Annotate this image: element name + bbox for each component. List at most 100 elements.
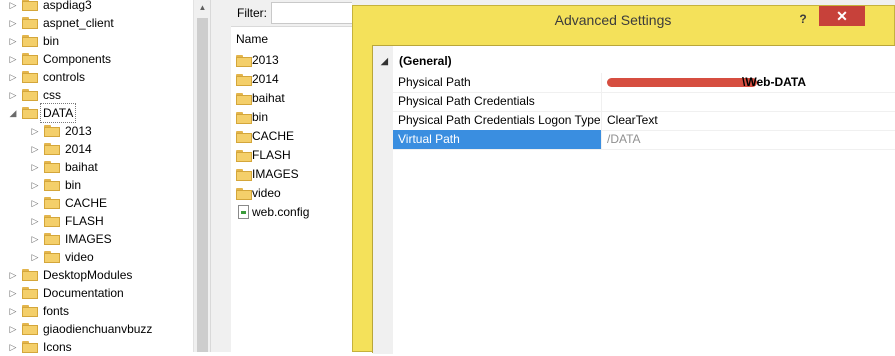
tree-item-label: baihat bbox=[65, 160, 98, 174]
config-file-icon bbox=[238, 205, 249, 219]
close-button[interactable]: ✕ bbox=[819, 6, 865, 26]
expand-arrow-icon[interactable]: ▷ bbox=[8, 320, 18, 338]
property-name: Physical Path Credentials Logon Type bbox=[398, 113, 601, 127]
folder-icon bbox=[236, 150, 252, 162]
property-name: Physical Path Credentials bbox=[398, 94, 535, 108]
folder-icon bbox=[44, 143, 60, 155]
folder-icon bbox=[22, 305, 38, 317]
expand-arrow-icon[interactable]: ▷ bbox=[8, 50, 18, 68]
expand-arrow-icon[interactable]: ▷ bbox=[8, 338, 18, 356]
folder-icon bbox=[44, 197, 60, 209]
scrollbar-thumb[interactable] bbox=[197, 18, 208, 352]
scroll-up-arrow-icon[interactable]: ▲ bbox=[194, 0, 211, 16]
tree-item-label: video bbox=[65, 250, 94, 264]
folder-icon bbox=[236, 169, 252, 181]
folder-icon bbox=[22, 53, 38, 65]
grid-gutter bbox=[373, 46, 393, 354]
expand-arrow-icon[interactable]: ▷ bbox=[30, 194, 40, 212]
folder-icon bbox=[22, 35, 38, 47]
folder-icon bbox=[236, 188, 252, 200]
column-divider bbox=[601, 92, 602, 111]
list-item-label: baihat bbox=[252, 91, 285, 105]
collapse-arrow-icon[interactable]: ◢ bbox=[8, 104, 18, 122]
folder-icon bbox=[22, 17, 38, 29]
folder-icon bbox=[44, 251, 60, 263]
property-value[interactable]: /DATA bbox=[607, 130, 641, 149]
expand-arrow-icon[interactable]: ▷ bbox=[8, 0, 18, 14]
tree-item-label: DATA bbox=[39, 103, 77, 123]
property-row[interactable]: Physical Path Credentials Logon Type Clea… bbox=[393, 111, 895, 131]
list-item-label: FLASH bbox=[252, 148, 291, 162]
expand-arrow-icon[interactable]: ▷ bbox=[8, 68, 18, 86]
filter-input[interactable] bbox=[271, 2, 352, 24]
expand-arrow-icon[interactable]: ▷ bbox=[8, 14, 18, 32]
expand-arrow-icon[interactable]: ▷ bbox=[8, 266, 18, 284]
expand-arrow-icon[interactable]: ▷ bbox=[30, 122, 40, 140]
expand-arrow-icon[interactable]: ▷ bbox=[8, 284, 18, 302]
filter-label: Filter: bbox=[237, 6, 267, 20]
folder-icon bbox=[236, 55, 252, 67]
section-label: (General) bbox=[399, 54, 452, 68]
folder-icon bbox=[22, 287, 38, 299]
tree-item-label: DesktopModules bbox=[43, 268, 133, 282]
column-divider bbox=[601, 73, 602, 92]
list-item-label: video bbox=[252, 186, 281, 200]
folder-icon bbox=[22, 107, 38, 119]
property-row[interactable]: Virtual Path/DATA bbox=[393, 130, 895, 150]
expand-arrow-icon[interactable]: ▷ bbox=[8, 32, 18, 50]
expand-arrow-icon[interactable]: ▷ bbox=[30, 140, 40, 158]
list-item-label: CACHE bbox=[252, 129, 295, 143]
column-header-name[interactable]: Name bbox=[236, 32, 268, 46]
expand-arrow-icon[interactable]: ▷ bbox=[8, 302, 18, 320]
column-divider bbox=[601, 130, 602, 149]
list-item-label: IMAGES bbox=[252, 167, 299, 181]
tree-item-label: 2013 bbox=[65, 124, 92, 138]
tree-item-label: css bbox=[43, 88, 61, 102]
tree-item-label: bin bbox=[43, 34, 60, 48]
folder-icon bbox=[22, 0, 38, 11]
folder-icon bbox=[44, 179, 60, 191]
tree-item-label: bin bbox=[65, 178, 82, 192]
folder-icon bbox=[22, 89, 38, 101]
folder-icon bbox=[236, 112, 252, 124]
folder-icon bbox=[22, 323, 38, 335]
folder-icon bbox=[236, 93, 252, 105]
expand-arrow-icon[interactable]: ▷ bbox=[30, 230, 40, 248]
column-divider bbox=[601, 111, 602, 130]
pane-splitter[interactable] bbox=[210, 0, 232, 352]
advanced-settings-dialog: Advanced Settings ? ✕ ◢ (General) Physic… bbox=[352, 5, 895, 354]
expand-arrow-icon[interactable]: ▷ bbox=[30, 176, 40, 194]
list-item-label: 2013 bbox=[252, 53, 279, 67]
list-item-label: web.config bbox=[252, 205, 310, 219]
folder-icon bbox=[44, 215, 60, 227]
redaction-mark bbox=[607, 78, 757, 87]
tree-item-label: Icons bbox=[43, 340, 72, 354]
folder-icon bbox=[236, 131, 252, 143]
property-value-text: \Web-DATA bbox=[742, 75, 806, 89]
folder-icon bbox=[44, 125, 60, 137]
folder-icon bbox=[44, 233, 60, 245]
tree-item-label: aspdiag3 bbox=[43, 0, 92, 12]
site-tree: ▷ aspdiag3 ▷ aspnet_client ▷ bin ▷ Components ▷ c… bbox=[0, 0, 210, 354]
property-grid: ◢ (General) Physical Path \Web-DATA Physic… bbox=[372, 45, 895, 354]
expand-arrow-icon[interactable]: ▷ bbox=[30, 158, 40, 176]
property-value[interactable]: ClearText bbox=[607, 111, 658, 130]
property-name: Virtual Path bbox=[393, 130, 601, 149]
expand-arrow-icon[interactable]: ▷ bbox=[30, 212, 40, 230]
property-row[interactable]: Physical Path Credentials bbox=[393, 92, 895, 112]
tree-item-label: fonts bbox=[43, 304, 70, 318]
property-row[interactable]: Physical Path \Web-DATA bbox=[393, 73, 895, 93]
expand-arrow-icon[interactable]: ▷ bbox=[30, 248, 40, 266]
collapse-triangle-icon[interactable]: ◢ bbox=[381, 52, 388, 70]
tree-item-label: Components bbox=[43, 52, 112, 66]
tree-item-label: IMAGES bbox=[65, 232, 112, 246]
tree-item-label: controls bbox=[43, 70, 86, 84]
tree-scrollbar[interactable]: ▲ bbox=[193, 0, 211, 352]
property-name: Physical Path bbox=[398, 75, 471, 89]
tree-item-label: FLASH bbox=[65, 214, 104, 228]
folder-icon bbox=[44, 161, 60, 173]
expand-arrow-icon[interactable]: ▷ bbox=[8, 86, 18, 104]
tree-item-label: Documentation bbox=[43, 286, 124, 300]
tree-item-label: giaodienchuanvbuzz bbox=[43, 322, 153, 336]
help-icon[interactable]: ? bbox=[793, 10, 813, 30]
